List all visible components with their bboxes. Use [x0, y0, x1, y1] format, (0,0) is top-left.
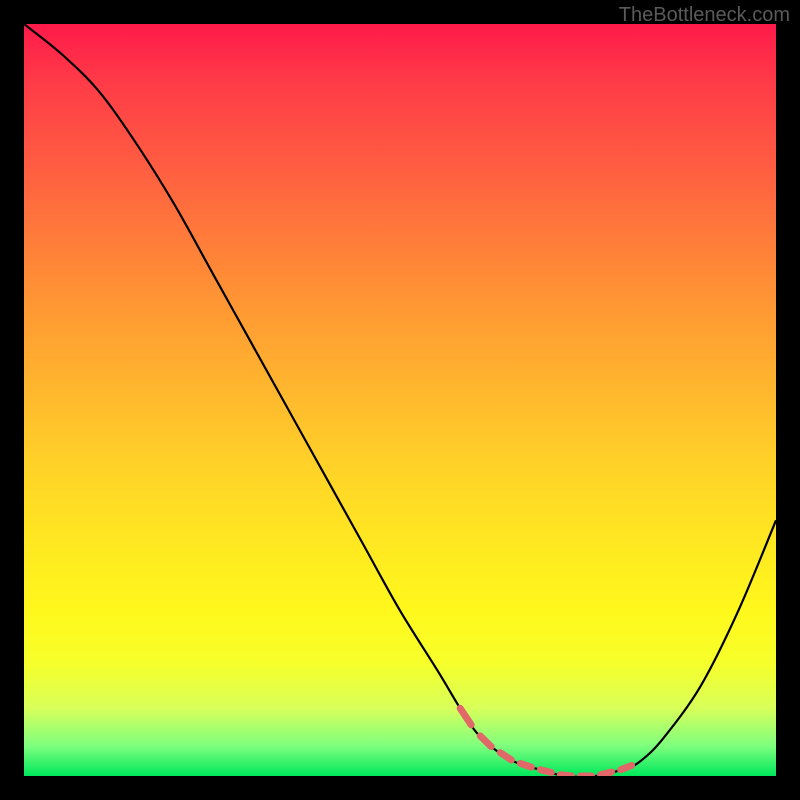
- recommended-zone-dash: [500, 753, 511, 760]
- watermark-text: TheBottleneck.com: [619, 4, 790, 27]
- recommended-zone-dash: [540, 770, 551, 773]
- recommended-zone-dashes: [460, 708, 631, 776]
- recommended-zone-dash: [601, 772, 612, 775]
- recommended-zone-dash: [460, 708, 471, 725]
- recommended-zone-dash: [621, 765, 632, 769]
- recommended-zone-dash: [480, 736, 491, 747]
- recommended-zone-dash: [560, 775, 571, 776]
- recommended-zone-dash: [520, 763, 531, 767]
- bottleneck-curve-line: [24, 24, 776, 776]
- chart-svg: [24, 24, 776, 776]
